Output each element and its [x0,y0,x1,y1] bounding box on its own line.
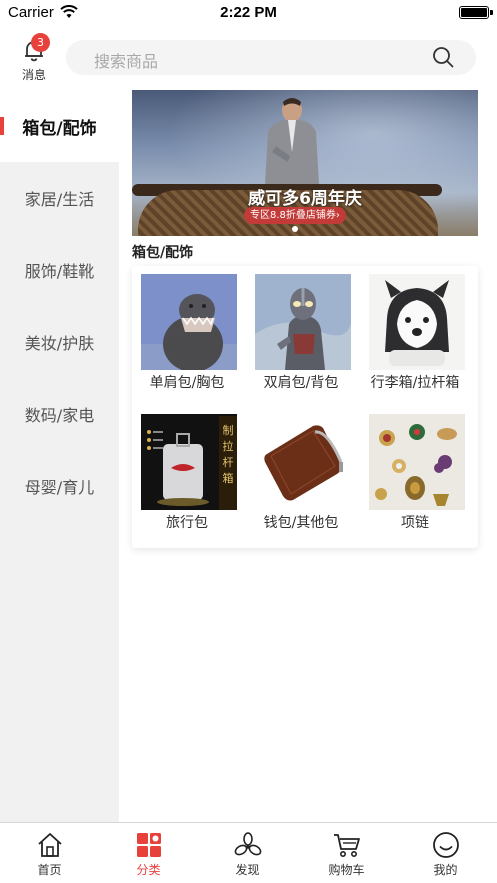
home-icon [38,833,62,857]
header: 3 消息 搜索商品 [0,30,497,86]
tab-discover[interactable]: 发现 [198,823,297,883]
sidebar-item-home[interactable]: 家居/生活 [0,162,119,234]
sidebar-item-label: 美妆/护肤 [24,334,95,353]
category-label: 旅行包 [166,515,208,531]
tab-home[interactable]: 首页 [0,823,99,883]
luggage-ad-image: 制 拉 杆 箱 [141,414,237,510]
cart-icon [334,834,360,857]
ultraman-toy-image [255,274,351,370]
category-label: 双肩包/背包 [263,375,339,391]
category-sidebar: 箱包/配饰 家居/生活 服饰/鞋靴 美妆/护肤 数码/家电 母婴/育儿 [0,90,119,822]
sidebar-item-clothing[interactable]: 服饰/鞋靴 [0,234,119,306]
category-item[interactable]: 行李箱/拉杆箱 [360,266,470,398]
messages-button[interactable]: 3 消息 [14,32,54,82]
tab-label: 我的 [433,863,458,877]
husky-puppy-image [369,274,465,370]
sidebar-item-label: 服饰/鞋靴 [24,262,95,281]
sidebar-item-label: 母婴/育儿 [24,478,95,497]
luggage-ad-char: 拉 [223,439,234,453]
status-bar: Carrier 2:22 PM [0,0,497,26]
luggage-ad-char: 箱 [223,471,234,485]
category-item[interactable]: 双肩包/背包 [246,266,356,398]
sidebar-item-label: 数码/家电 [24,406,95,425]
category-item[interactable]: 单肩包/胸包 [132,266,242,398]
sidebar-item-digital[interactable]: 数码/家电 [0,378,119,450]
tab-label: 分类 [136,863,161,877]
sidebar-item-label: 家居/生活 [24,190,95,209]
tab-profile[interactable]: 我的 [396,823,495,883]
section-title: 箱包/配饰 [132,245,194,261]
tab-cart[interactable]: 购物车 [297,823,396,883]
tab-label: 首页 [37,863,62,877]
search-placeholder: 搜索商品 [94,52,159,71]
discover-icon [234,832,262,856]
clock: 2:22 PM [220,4,277,21]
brooches-image [369,414,465,510]
category-item[interactable]: 钱包/其他包 [246,406,356,538]
category-icon [137,833,161,857]
sidebar-item-baby[interactable]: 母婴/育儿 [0,450,119,522]
messages-label: 消息 [21,68,46,82]
search-input[interactable]: 搜索商品 [66,40,476,75]
luggage-ad-char: 杆 [223,455,234,469]
category-label: 行李箱/拉杆箱 [370,375,460,391]
tab-label: 购物车 [328,863,365,877]
message-count-badge: 3 [31,33,50,52]
banner-subtitle: 专区8.8折叠店铺券› [244,207,346,224]
category-label: 项链 [401,515,429,531]
monster-toy-image [141,274,237,370]
bottom-tab-bar: 首页 分类 发现 购物车 我的 [0,822,497,883]
tab-label: 发现 [235,863,260,877]
profile-icon [433,832,459,858]
banner-title: 威可多6周年庆 [248,189,362,209]
category-label: 钱包/其他包 [263,515,339,531]
leather-wallet-image [255,414,351,510]
promo-banner[interactable]: 威可多6周年庆 专区8.8折叠店铺券› [132,90,478,236]
banner-page-indicator [292,226,298,232]
sidebar-item-label: 箱包/配饰 [22,118,97,139]
sidebar-item-beauty[interactable]: 美妆/护肤 [0,306,119,378]
category-label: 单肩包/胸包 [149,375,225,391]
luggage-ad-char: 制 [223,424,234,437]
tab-category[interactable]: 分类 [99,823,198,883]
search-icon[interactable] [432,46,454,68]
category-item[interactable]: 项链 [360,406,470,538]
category-item[interactable]: 制 拉 杆 箱 旅行包 [132,406,242,538]
category-grid: 单肩包/胸包 双肩包/背包 行李箱/拉杆箱 制 拉 杆 箱 旅行包 钱包/其他包… [132,266,478,548]
sidebar-item-bags[interactable]: 箱包/配饰 [0,90,119,162]
battery-icon [459,6,493,19]
